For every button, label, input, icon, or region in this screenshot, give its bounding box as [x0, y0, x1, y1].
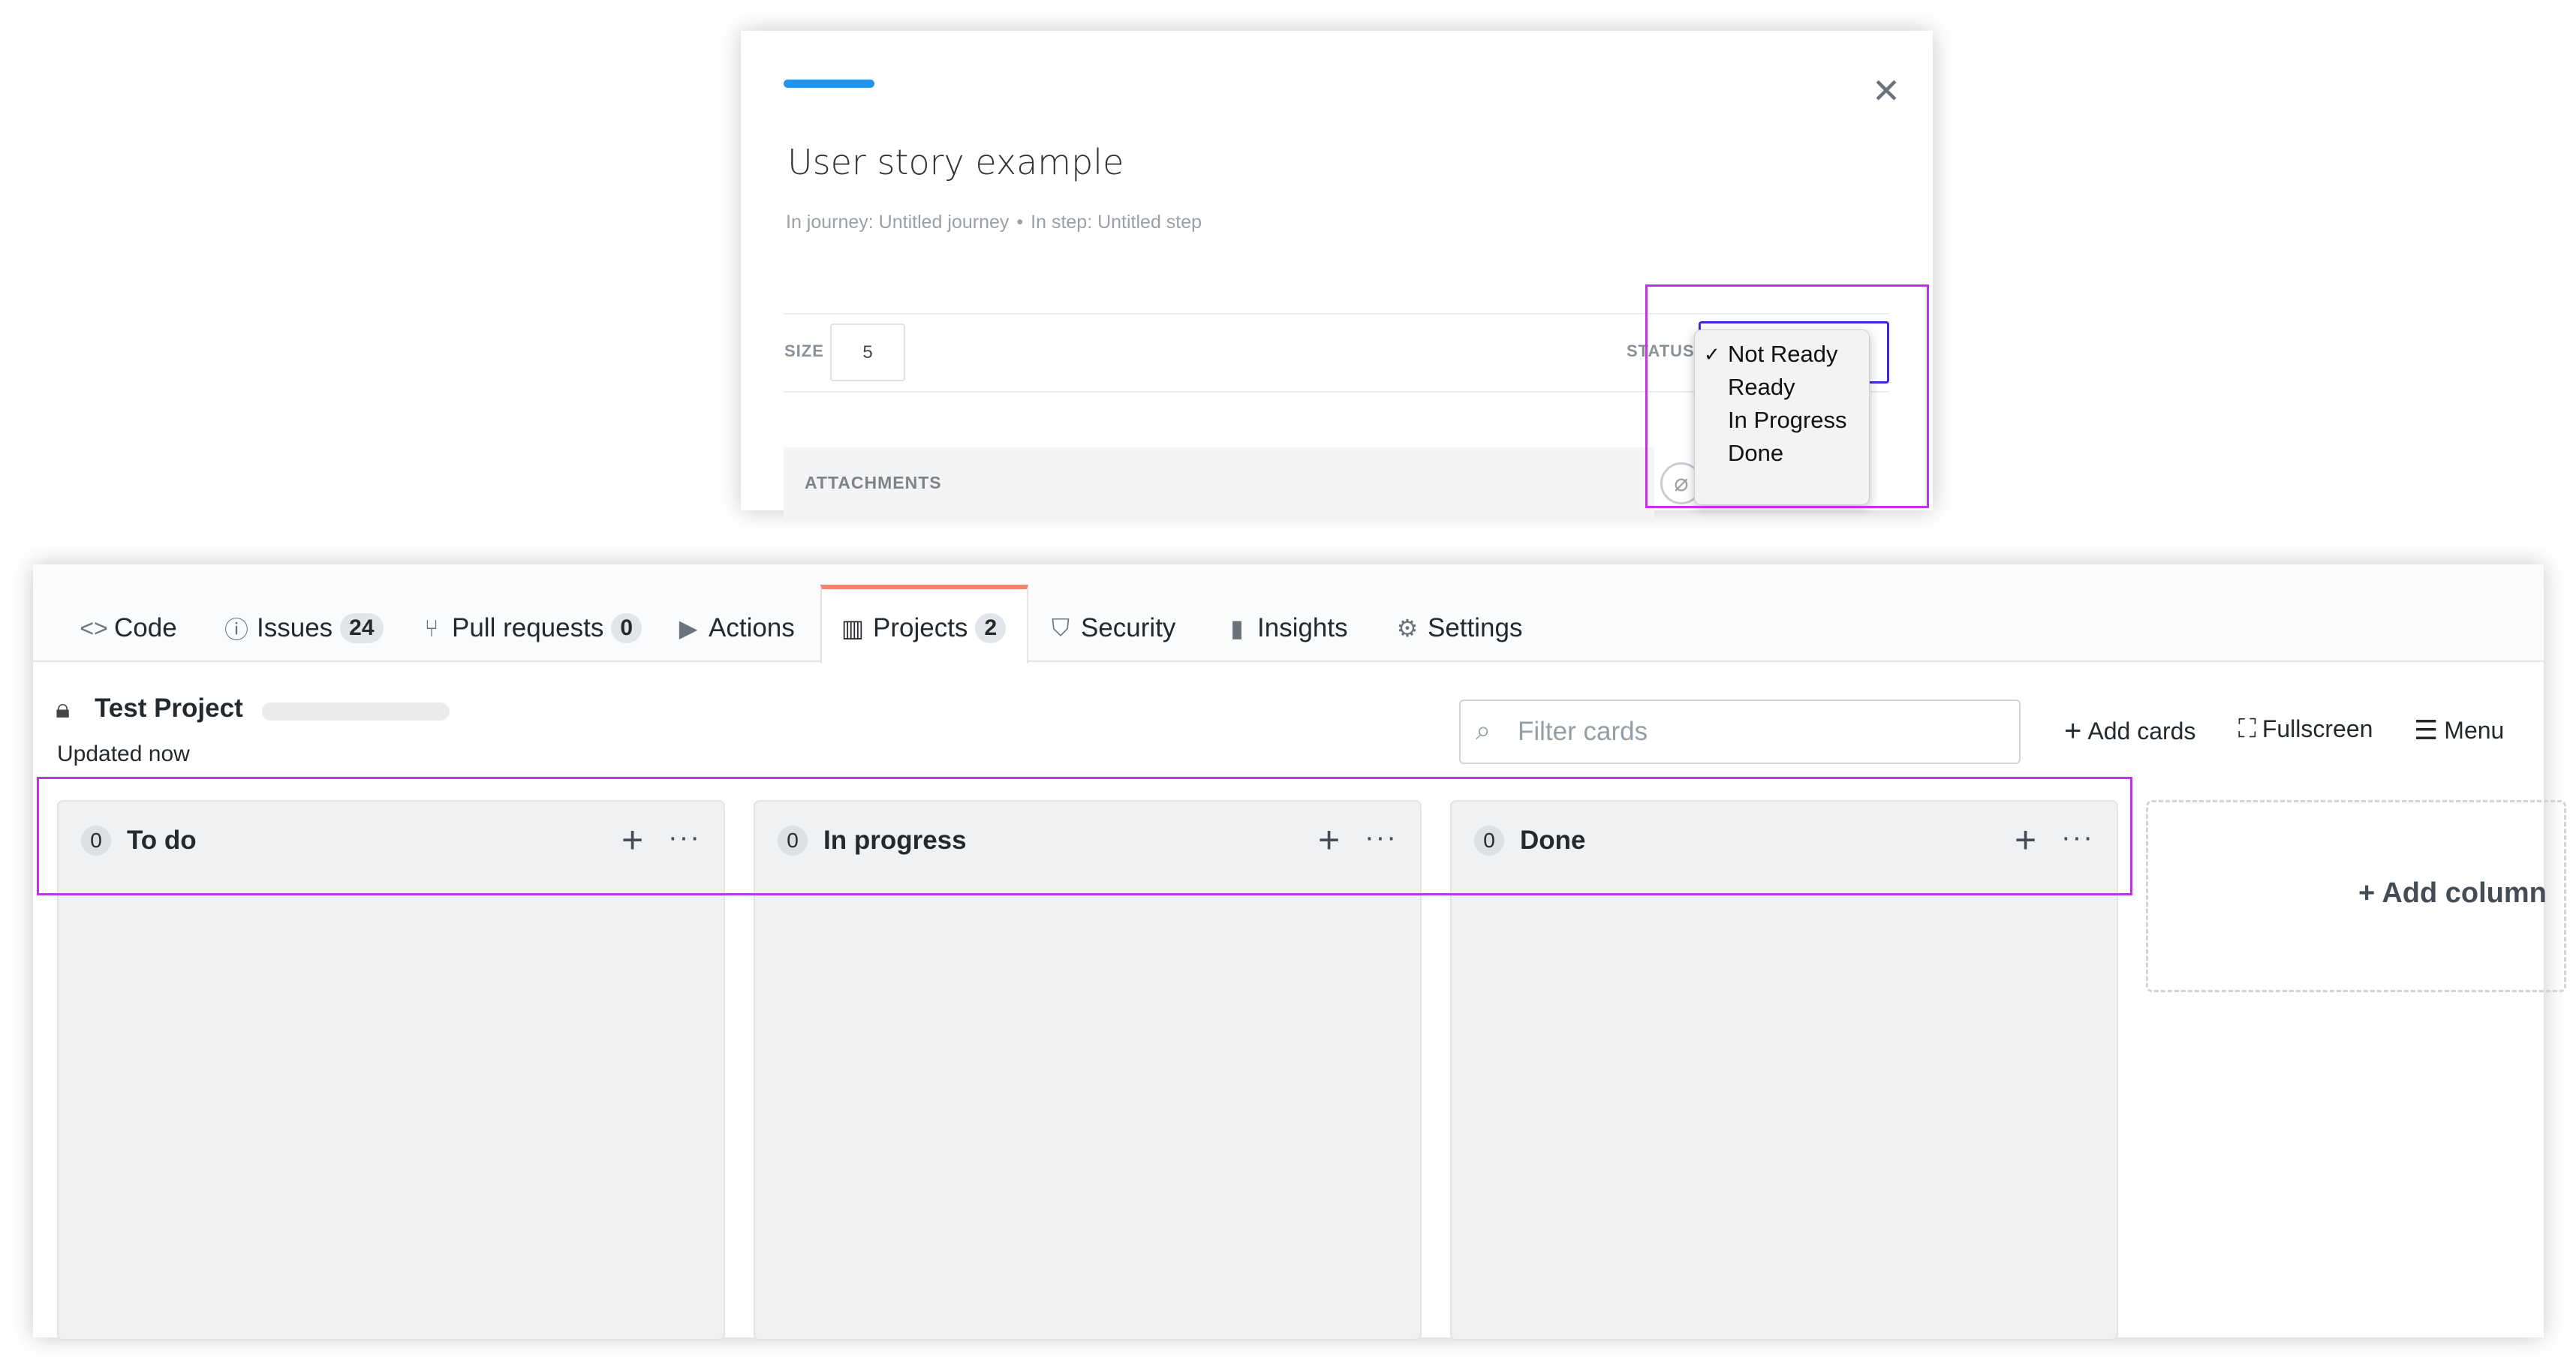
projects-icon: ▥ [841, 615, 865, 642]
tab-code[interactable]: <> Code [80, 594, 177, 662]
accent-bar [784, 80, 874, 88]
lock-icon: 🔒︎ [56, 693, 71, 724]
tab-pull-requests[interactable]: ⑂ Pull requests 0 [417, 594, 642, 662]
journey-link[interactable]: In journey: Untitled journey [786, 212, 1009, 233]
filter-cards-input[interactable] [1516, 713, 1997, 751]
meta-separator: • [1016, 212, 1024, 233]
add-cards-label: Add cards [2087, 718, 2196, 745]
close-icon[interactable]: ✕ [1868, 73, 1904, 109]
story-title[interactable]: User story example [787, 142, 1124, 182]
add-column-label: + Add column [2358, 877, 2547, 909]
repo-nav: <> Code ⓘ Issues 24 ⑂ Pull requests 0 ▶ Action… [33, 564, 2544, 663]
insights-icon: ▮ [1230, 615, 1244, 642]
story-modal: ✕ User story example In journey: Untitle… [741, 31, 1933, 521]
tab-insights[interactable]: ▮ Insights [1223, 594, 1348, 662]
tab-projects[interactable]: ▥ Projects 2 [838, 594, 1007, 662]
story-meta: In journey: Untitled journey • In step: Un… [786, 212, 1202, 233]
tab-security[interactable]: ⛉ Security [1046, 594, 1175, 662]
actions-icon: ▶ [679, 615, 698, 642]
tab-issues[interactable]: ⓘ Issues 24 [222, 594, 384, 662]
tab-settings[interactable]: ⚙ Settings [1393, 594, 1523, 662]
highlight-box [37, 777, 2132, 895]
repo-view: <> Code ⓘ Issues 24 ⑂ Pull requests 0 ▶ Action… [33, 564, 2566, 1340]
tab-count: 0 [611, 613, 642, 643]
attachments-label: ATTACHMENTS [805, 473, 942, 492]
tab-count: 24 [340, 613, 384, 643]
project-title[interactable]: Test Project [95, 694, 243, 724]
security-icon: ⛉ [1051, 614, 1070, 641]
tab-label: Issues [257, 613, 333, 642]
size-input[interactable]: 5 [830, 323, 905, 381]
attachments-section: ATTACHMENTS [784, 447, 1654, 521]
settings-icon: ⚙ [1396, 615, 1419, 642]
add-column-button[interactable]: + Add column [2146, 800, 2566, 992]
tab-label: Insights [1257, 613, 1348, 642]
tab-actions[interactable]: ▶ Actions [674, 594, 795, 662]
filter-cards: ⌕ [1459, 700, 2021, 764]
loading-placeholder [262, 703, 450, 721]
step-link[interactable]: In step: Untitled step [1031, 212, 1202, 233]
size-label: SIZE [784, 341, 824, 360]
menu-button[interactable]: ☰ Menu [2414, 715, 2504, 746]
search-icon: ⌕ [1476, 715, 1491, 745]
highlight-box [1645, 284, 1929, 508]
tab-label: Settings [1428, 613, 1523, 642]
tab-label: Projects [873, 613, 968, 642]
fullscreen-button[interactable]: ⛶ Fullscreen [2238, 715, 2373, 744]
tab-count: 2 [975, 613, 1007, 643]
menu-icon: ☰ [2414, 715, 2439, 745]
code-icon: <> [80, 614, 108, 642]
issues-icon: ⓘ [224, 616, 248, 643]
add-cards-button[interactable]: + Add cards [2064, 715, 2195, 748]
updated-status: Updated now [57, 742, 190, 766]
menu-label: Menu [2444, 716, 2505, 744]
tab-label: Actions [709, 613, 795, 642]
tab-label: Security [1081, 613, 1176, 642]
tab-label: Pull requests [452, 613, 604, 642]
fullscreen-label: Fullscreen [2262, 715, 2373, 742]
plus-icon: + [2064, 715, 2082, 748]
fullscreen-icon: ⛶ [2238, 715, 2256, 743]
tab-label: Code [114, 613, 177, 642]
pull-request-icon: ⑂ [424, 614, 439, 642]
